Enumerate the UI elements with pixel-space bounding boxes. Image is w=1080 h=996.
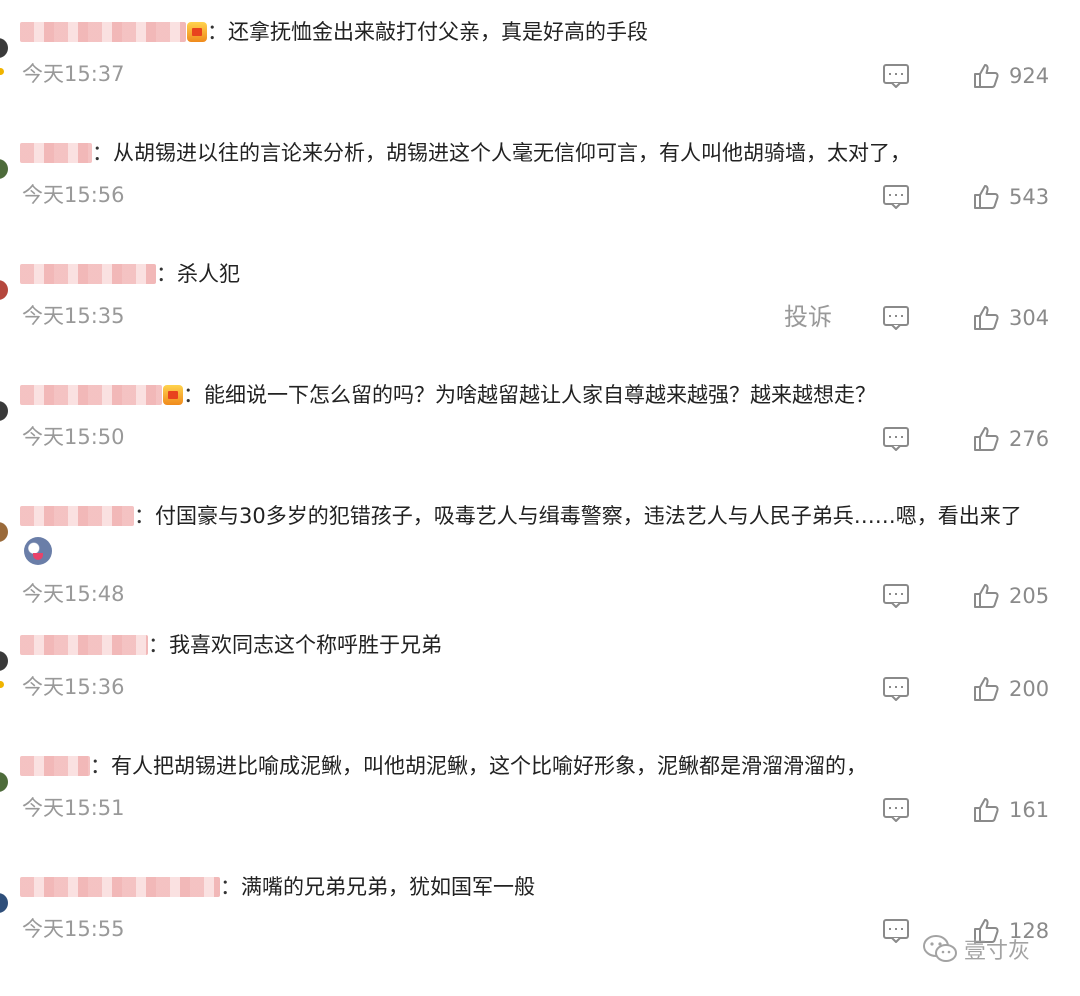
comment-text: 能细说一下怎么留的吗？为啥越留越让人家自尊越来越强？越来越想走？ bbox=[204, 383, 876, 407]
colon-separator: ： bbox=[90, 754, 111, 778]
comment-item: ：满嘴的兄弟兄弟，犹如国军一般 今天15:55 128 bbox=[0, 855, 1080, 976]
avatar[interactable] bbox=[0, 401, 8, 421]
comment-time: 今天15:55 bbox=[22, 917, 125, 941]
like-count: 205 bbox=[1009, 584, 1050, 608]
comment-body: ：从胡锡进以往的言论来分析，胡锡进这个人毫无信仰可言，有人叫他胡骑墙，太对了， bbox=[20, 135, 1050, 171]
colon-separator: ： bbox=[207, 20, 228, 44]
comment-body: ：付国豪与30多岁的犯错孩子，吸毒艺人与缉毒警察，违法艺人与人民子弟兵……嗯，看… bbox=[20, 498, 1050, 570]
avatar[interactable] bbox=[0, 893, 8, 913]
comment-body: ：能细说一下怎么留的吗？为啥越留越让人家自尊越来越强？越来越想走？ bbox=[20, 377, 1050, 413]
reply-icon[interactable] bbox=[882, 582, 910, 610]
reply-icon[interactable] bbox=[882, 304, 910, 332]
like-icon[interactable] bbox=[972, 425, 1000, 453]
comment-item: ：从胡锡进以往的言论来分析，胡锡进这个人毫无信仰可言，有人叫他胡骑墙，太对了， 今… bbox=[0, 121, 1080, 242]
username-redacted[interactable] bbox=[20, 877, 220, 897]
comment-text: 满嘴的兄弟兄弟，犹如国军一般 bbox=[241, 875, 535, 899]
reply-icon[interactable] bbox=[882, 183, 910, 211]
comment-time: 今天15:50 bbox=[22, 425, 125, 449]
avatar[interactable] bbox=[0, 772, 8, 792]
comment-text: 付国豪与30多岁的犯错孩子，吸毒艺人与缉毒警察，违法艺人与人民子弟兵……嗯，看出… bbox=[155, 504, 1022, 528]
username-redacted[interactable] bbox=[20, 506, 134, 526]
colon-separator: ： bbox=[148, 633, 169, 657]
avatar[interactable] bbox=[0, 522, 8, 542]
like-count: 924 bbox=[1009, 64, 1050, 88]
username-redacted[interactable] bbox=[20, 756, 90, 776]
like-icon[interactable] bbox=[972, 675, 1000, 703]
reply-icon[interactable] bbox=[882, 62, 910, 90]
username-redacted[interactable] bbox=[20, 22, 186, 42]
username-redacted[interactable] bbox=[20, 635, 148, 655]
comment-time: 今天15:48 bbox=[22, 582, 125, 606]
comment-time: 今天15:36 bbox=[22, 675, 125, 699]
comment-item: ：能细说一下怎么留的吗？为啥越留越让人家自尊越来越强？越来越想走？ 今天15:50… bbox=[0, 363, 1080, 484]
comment-body: ：我喜欢同志这个称呼胜于兄弟 bbox=[20, 627, 1050, 663]
like-icon[interactable] bbox=[972, 796, 1000, 824]
wechat-icon bbox=[923, 935, 957, 962]
vip-crown-icon bbox=[187, 22, 207, 42]
avatar[interactable] bbox=[0, 280, 8, 300]
colon-separator: ： bbox=[134, 504, 155, 528]
username-redacted[interactable] bbox=[20, 385, 162, 405]
reply-icon[interactable] bbox=[882, 425, 910, 453]
avatar[interactable] bbox=[0, 38, 8, 58]
comment-time: 今天15:56 bbox=[22, 183, 125, 207]
watermark: 壹寸灰 bbox=[922, 932, 1030, 966]
comment-item: ：付国豪与30多岁的犯错孩子，吸毒艺人与缉毒警察，违法艺人与人民子弟兵……嗯，看… bbox=[0, 484, 1080, 608]
comment-body: ：满嘴的兄弟兄弟，犹如国军一般 bbox=[20, 869, 1050, 905]
report-button[interactable]: 投诉 bbox=[784, 301, 832, 333]
avatar[interactable] bbox=[0, 159, 8, 179]
like-count: 200 bbox=[1009, 677, 1050, 701]
comment-body: ：杀人犯 bbox=[20, 256, 1050, 292]
avatar-badge-icon bbox=[0, 681, 4, 688]
colon-separator: ： bbox=[220, 875, 241, 899]
colon-separator: ： bbox=[183, 383, 204, 407]
avatar[interactable] bbox=[0, 651, 8, 671]
like-count: 276 bbox=[1009, 427, 1050, 451]
comment-text: 还拿抚恤金出来敲打付父亲，真是好高的手段 bbox=[228, 20, 648, 44]
comment-text: 有人把胡锡进比喻成泥鳅，叫他胡泥鳅，这个比喻好形象，泥鳅都是滑溜滑溜的， bbox=[111, 754, 867, 778]
comment-item: ：我喜欢同志这个称呼胜于兄弟今天15:36 200 bbox=[0, 613, 1080, 734]
colon-separator: ： bbox=[156, 262, 177, 286]
like-icon[interactable] bbox=[972, 582, 1000, 610]
username-redacted[interactable] bbox=[20, 264, 156, 284]
reply-icon[interactable] bbox=[882, 675, 910, 703]
comment-text: 杀人犯 bbox=[177, 262, 240, 286]
like-icon[interactable] bbox=[972, 304, 1000, 332]
like-count: 543 bbox=[1009, 185, 1050, 209]
vip-crown-icon bbox=[163, 385, 183, 405]
colon-separator: ： bbox=[92, 141, 113, 165]
avatar-badge-icon bbox=[0, 68, 4, 75]
comment-time: 今天15:51 bbox=[22, 796, 125, 820]
username-redacted[interactable] bbox=[20, 143, 92, 163]
comment-time: 今天15:37 bbox=[22, 62, 125, 86]
watermark-text: 壹寸灰 bbox=[964, 939, 1031, 964]
reply-icon[interactable] bbox=[882, 917, 910, 945]
comment-time: 今天15:35 bbox=[22, 304, 125, 328]
like-count: 304 bbox=[1009, 306, 1050, 330]
reply-icon[interactable] bbox=[882, 796, 910, 824]
comment-text: 从胡锡进以往的言论来分析，胡锡进这个人毫无信仰可言，有人叫他胡骑墙，太对了， bbox=[113, 141, 911, 165]
comment-item: ：杀人犯今天15:35 投诉 304 bbox=[0, 242, 1080, 363]
comment-body: ：有人把胡锡进比喻成泥鳅，叫他胡泥鳅，这个比喻好形象，泥鳅都是滑溜滑溜的， bbox=[20, 748, 1050, 784]
comment-body: ：还拿抚恤金出来敲打付父亲，真是好高的手段 bbox=[20, 14, 1050, 50]
like-count: 161 bbox=[1009, 798, 1050, 822]
comment-item: ：还拿抚恤金出来敲打付父亲，真是好高的手段今天15:37 924 bbox=[0, 0, 1080, 121]
comment-item: ：有人把胡锡进比喻成泥鳅，叫他胡泥鳅，这个比喻好形象，泥鳅都是滑溜滑溜的， 今天1… bbox=[0, 734, 1080, 855]
husky-emoji-icon bbox=[24, 537, 52, 565]
like-icon[interactable] bbox=[972, 183, 1000, 211]
like-icon[interactable] bbox=[972, 62, 1000, 90]
comment-text: 我喜欢同志这个称呼胜于兄弟 bbox=[169, 633, 442, 657]
